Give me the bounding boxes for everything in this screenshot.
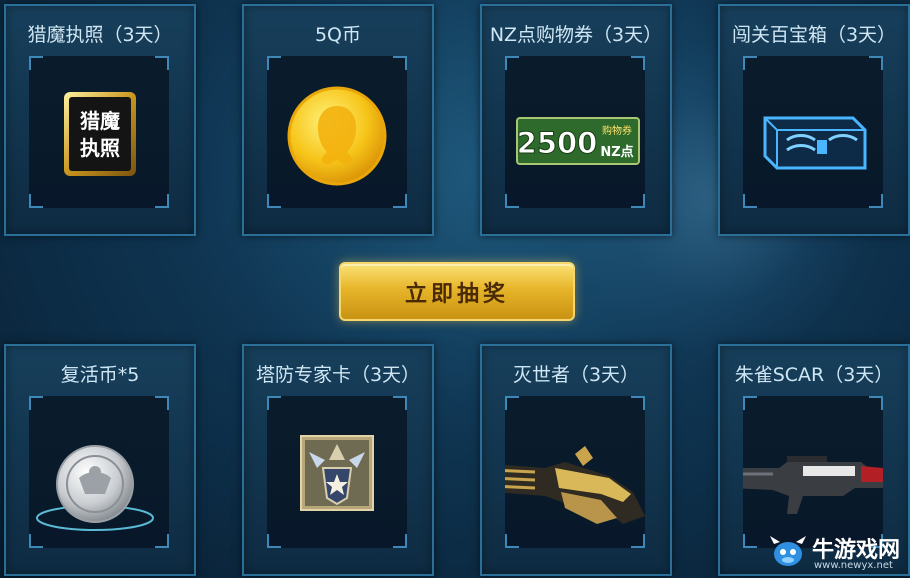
prize-title: 灭世者（3天） [512,364,640,386]
prize-title: 朱雀SCAR（3天） [734,364,894,386]
prize-frame: 2500 购物券 NZ点 [505,56,645,208]
watermark-logo: 牛游戏网 www.newyx.net [768,530,906,574]
prize-title: NZ点购物券（3天） [489,24,663,46]
tower-defense-card-icon [300,435,374,511]
nz-voucher-icon: 2500 购物券 NZ点 [516,117,640,165]
svg-text:2500: 2500 [517,126,598,160]
svg-text:购物券: 购物券 [602,124,632,137]
prize-card-q-coin: 5Q币 [242,4,434,236]
prize-frame [267,56,407,208]
prize-card-nz-voucher: NZ点购物券（3天） 2500 购物券 NZ点 [480,4,672,236]
svg-text:猎魔: 猎魔 [80,109,120,133]
prize-frame [29,396,169,548]
destroyer-weapon-icon [505,446,645,524]
prize-frame [743,396,883,548]
prize-card-destroyer: 灭世者（3天） [480,344,672,576]
prize-frame [505,396,645,548]
prize-card-tower-defense: 塔防专家卡（3天） [242,344,434,576]
prize-card-hunter-license: 猎魔执照（3天） 猎魔 执照 [4,4,196,236]
draw-lottery-button[interactable]: 立即抽奖 [339,262,575,321]
prize-title: 塔防专家卡（3天） [255,364,421,386]
watermark-url: www.newyx.net [814,560,893,571]
prize-title: 闯关百宝箱（3天） [731,24,897,46]
treasure-box-icon [763,116,867,170]
prize-frame [267,396,407,548]
prize-title: 5Q币 [314,24,362,46]
prize-card-revive-coin: 复活币*5 [4,344,196,576]
prize-title: 猎魔执照（3天） [27,24,173,46]
svg-text:执照: 执照 [80,136,120,160]
q-coin-icon [287,86,387,186]
hunter-license-icon: 猎魔 执照 [64,92,136,176]
prize-title: 复活币*5 [60,364,140,386]
prize-card-treasure-box: 闯关百宝箱（3天） [718,4,910,236]
revive-coin-icon [36,445,154,531]
scar-rifle-icon [743,456,883,514]
cow-mascot-icon [770,536,806,566]
svg-text:NZ点: NZ点 [600,144,633,160]
prize-frame [743,56,883,208]
prize-frame: 猎魔 执照 [29,56,169,208]
